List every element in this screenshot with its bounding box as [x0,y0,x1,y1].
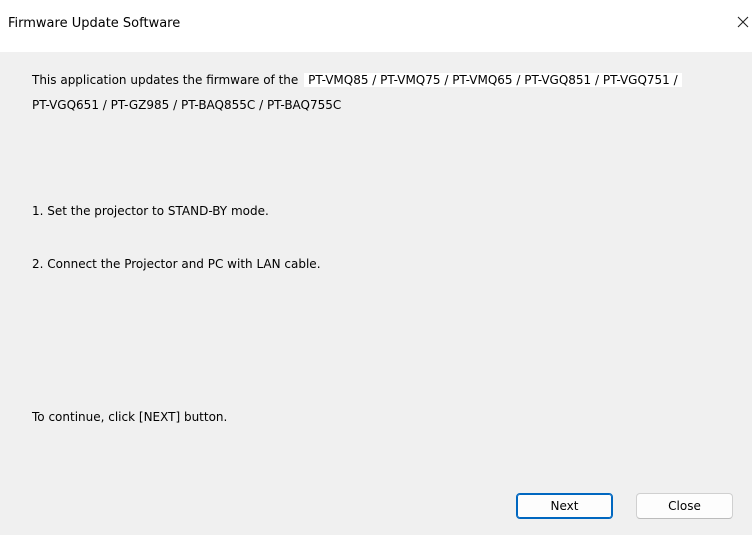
dialog-content: This application updates the firmware of… [0,52,752,535]
models-line-1: PT-VMQ85 / PT-VMQ75 / PT-VMQ65 / PT-VGQ8… [304,73,682,87]
next-button[interactable]: Next [516,493,613,519]
step-1-text: 1. Set the projector to STAND-BY mode. [32,204,269,218]
intro-prefix: This application updates the firmware of… [32,73,299,87]
window-title: Firmware Update Software [8,16,181,31]
intro-text: This application updates the firmware of… [32,73,682,87]
title-bar: Firmware Update Software [0,0,752,52]
continue-hint: To continue, click [NEXT] button. [32,410,228,424]
models-line-2: PT-VGQ651 / PT-GZ985 / PT-BAQ855C / PT-B… [32,98,342,112]
close-button[interactable]: Close [636,493,733,519]
close-icon[interactable] [734,7,752,37]
step-2-text: 2. Connect the Projector and PC with LAN… [32,257,321,271]
